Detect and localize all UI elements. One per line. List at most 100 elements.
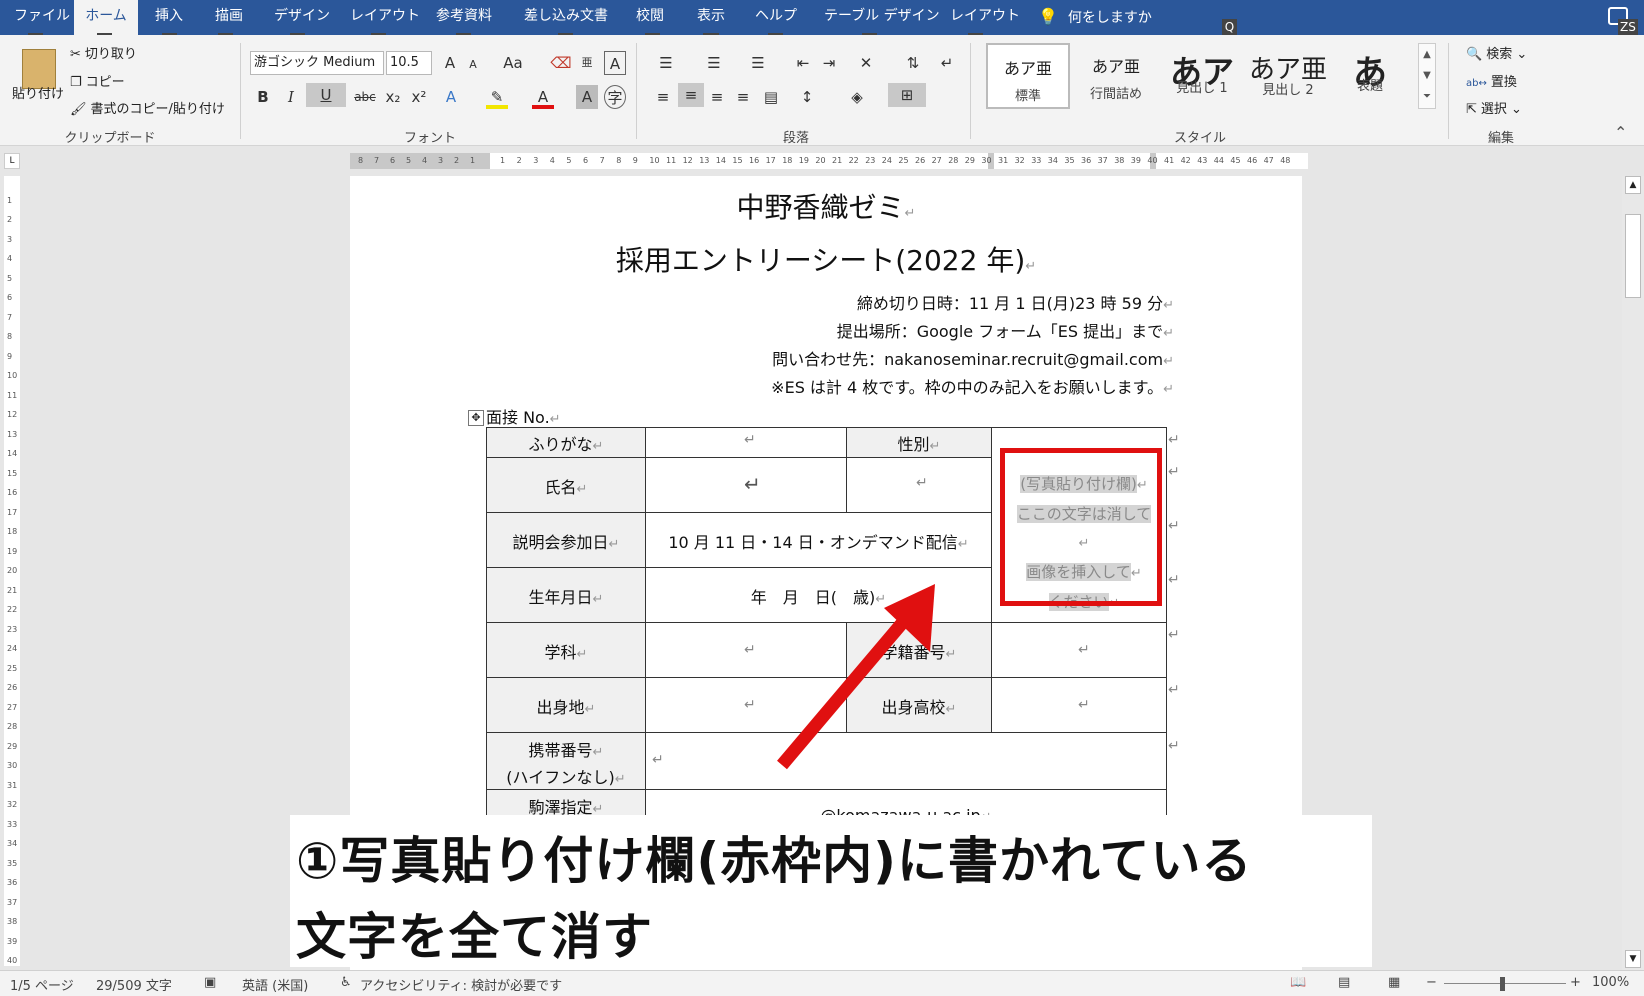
style-title[interactable]: あ 表題 (1332, 43, 1408, 109)
ruler-tick: 42 (1180, 156, 1191, 165)
format-painter-button[interactable]: 🖌 書式のコピー/貼り付け (70, 98, 225, 117)
styles-scroll[interactable]: ▲ ▼ ⏷ (1418, 43, 1436, 109)
numbering-icon[interactable]: ☰ (700, 51, 728, 75)
superscript-button[interactable]: x² (408, 85, 430, 109)
ruler-tick: 2 (7, 215, 13, 224)
tab-table-layout[interactable]: レイアウト (950, 0, 1020, 35)
tab-layout[interactable]: レイアウト (350, 0, 420, 35)
table-border (486, 457, 992, 458)
print-layout-icon[interactable]: ▤ (1338, 975, 1350, 990)
tab-mailings[interactable]: 差し込み文書 (524, 0, 608, 35)
clear-format-icon[interactable]: ⌫ (550, 51, 572, 75)
style-heading1[interactable]: あア 見出し 1 (1160, 43, 1244, 109)
decrease-indent-icon[interactable]: ⇤ (792, 51, 814, 75)
style-normal[interactable]: あア亜 標準 (986, 43, 1070, 109)
read-mode-icon[interactable]: 📖 (1290, 975, 1306, 990)
grow-font-button[interactable]: A (440, 51, 460, 75)
status-word-count[interactable]: 29/509 文字 (96, 975, 172, 994)
find-button[interactable]: 🔍 検索 ⌄ (1466, 43, 1527, 62)
distributed-icon[interactable]: ▤ (760, 85, 782, 109)
web-layout-icon[interactable]: ▦ (1388, 975, 1400, 990)
status-language[interactable]: 英語 (米国) (242, 975, 308, 994)
increase-indent-icon[interactable]: ⇥ (818, 51, 840, 75)
style-heading2[interactable]: あア亜 見出し 2 (1246, 43, 1330, 109)
ruler-tick: 26 (7, 683, 18, 692)
style-no-spacing[interactable]: あア亜 行間詰め (1074, 43, 1158, 109)
tab-table-design[interactable]: テーブル デザイン (824, 0, 940, 35)
zoom-out-icon[interactable]: − (1426, 975, 1437, 990)
collapse-ribbon-icon[interactable]: ⌃ (1614, 123, 1627, 142)
tab-selector[interactable]: L (4, 153, 20, 169)
paste-button[interactable]: 貼り付け (12, 83, 64, 102)
scroll-up-icon[interactable]: ▲ (1625, 176, 1641, 194)
char-border-icon[interactable]: A (604, 51, 626, 75)
char-shading-icon[interactable]: A (576, 85, 598, 109)
vertical-scrollbar[interactable]: ▲ ▼ (1622, 176, 1644, 970)
format-painter-label: 書式のコピー/貼り付け (90, 102, 225, 117)
ruler-tick: 29 (7, 741, 18, 751)
ruler-tick: 12 (7, 410, 18, 419)
horizontal-ruler[interactable]: 8 7 6 5 4 3 2 1 1 2 3 4 5 6 7 8 9 10 11 12 13 14 15 16 17 18 19 20 2… (350, 153, 1308, 169)
bold-button[interactable]: B (252, 85, 274, 109)
shading-icon[interactable]: ◈ (844, 85, 870, 109)
font-size-combo[interactable]: 10.5 (386, 51, 432, 75)
tab-references[interactable]: 参考資料 (436, 0, 492, 35)
underline-button[interactable]: U (306, 83, 346, 107)
caption-line-2: 文字を全て消す (296, 908, 653, 966)
tell-me-box[interactable]: 💡 何をしますか (1038, 0, 1152, 35)
change-case-button[interactable]: Aa (496, 51, 530, 75)
zoom-in-icon[interactable]: + (1570, 975, 1581, 990)
tab-draw[interactable]: 描画 (215, 0, 243, 35)
ruby-icon[interactable]: 亜 (578, 51, 596, 75)
shrink-font-button[interactable]: A (464, 53, 482, 77)
row-end-mark: ↵ (1168, 432, 1180, 448)
italic-button[interactable]: I (280, 85, 302, 109)
keytip-user: ZS (1618, 19, 1638, 36)
tab-review[interactable]: 校閲 (636, 0, 664, 35)
font-color-icon[interactable]: A (532, 85, 554, 109)
sort-icon[interactable]: ⇅ (902, 51, 924, 75)
font-name-combo[interactable]: 游ゴシック Medium (250, 51, 384, 75)
status-accessibility[interactable]: アクセシビリティ: 検討が必要です (360, 975, 562, 994)
status-zoom[interactable]: 100% (1592, 975, 1629, 990)
subscript-button[interactable]: x₂ (382, 85, 404, 109)
bullets-icon[interactable]: ☰ (652, 51, 680, 75)
zoom-slider[interactable] (1444, 983, 1566, 984)
tab-help[interactable]: ヘルプ (755, 0, 797, 35)
proofing-icon[interactable]: ▣ (204, 975, 216, 990)
row-end-mark: ↵ (1168, 627, 1180, 643)
highlight-icon[interactable]: ✎ (486, 85, 508, 109)
align-right-icon[interactable]: ≡ (706, 85, 728, 109)
align-left-icon[interactable]: ≡ (652, 85, 674, 109)
tab-design[interactable]: デザイン (274, 0, 330, 35)
text-effects-icon[interactable]: A (440, 85, 462, 109)
show-marks-icon[interactable]: ↵ (936, 51, 958, 75)
select-button[interactable]: ⇱ 選択 ⌄ (1466, 98, 1522, 117)
multilevel-list-icon[interactable]: ☰ (744, 51, 772, 75)
ribbon-tab-bar: ファイル ホーム 挿入 描画 デザイン レイアウト 参考資料 差し込み文書 校閲… (0, 0, 1644, 35)
table-move-handle-icon[interactable]: ✥ (468, 410, 484, 426)
value-session-date[interactable]: 10 月 11 日・14 日・オンデマンド配信↵ (646, 529, 991, 553)
zoom-slider-thumb[interactable] (1500, 977, 1505, 991)
align-center-icon[interactable]: ≡ (678, 83, 704, 107)
tab-insert[interactable]: 挿入 (155, 0, 183, 35)
cut-button[interactable]: ✂ 切り取り (70, 43, 137, 62)
tab-home[interactable]: ホーム (74, 0, 138, 35)
tab-view[interactable]: 表示 (697, 0, 725, 35)
status-page[interactable]: 1/5 ページ (10, 975, 74, 994)
strikethrough-button[interactable]: abc (352, 85, 378, 109)
enclose-char-icon[interactable]: 字 (604, 85, 626, 109)
scroll-thumb[interactable] (1625, 214, 1641, 298)
borders-icon[interactable]: ⊞ (888, 83, 926, 107)
tab-file[interactable]: ファイル (14, 0, 70, 35)
asian-layout-icon[interactable]: ✕ (852, 51, 880, 75)
justify-icon[interactable]: ≡ (732, 85, 754, 109)
ruler-tick: 36 (7, 878, 18, 887)
copy-button[interactable]: ❐ コピー (70, 71, 125, 90)
replace-button[interactable]: ab↔ 置換 (1466, 71, 1517, 90)
ruler-tick: 36 (1081, 156, 1092, 165)
scroll-down-icon[interactable]: ▼ (1625, 950, 1641, 968)
line-spacing-icon[interactable]: ↕ (794, 85, 820, 109)
vertical-ruler[interactable]: 1 2 3 4 5 6 7 8 9 10 11 12 13 14 15 16 17 18 19 20 21 22 23 24 2… (4, 176, 20, 966)
accessibility-icon[interactable]: ♿ (340, 975, 352, 990)
